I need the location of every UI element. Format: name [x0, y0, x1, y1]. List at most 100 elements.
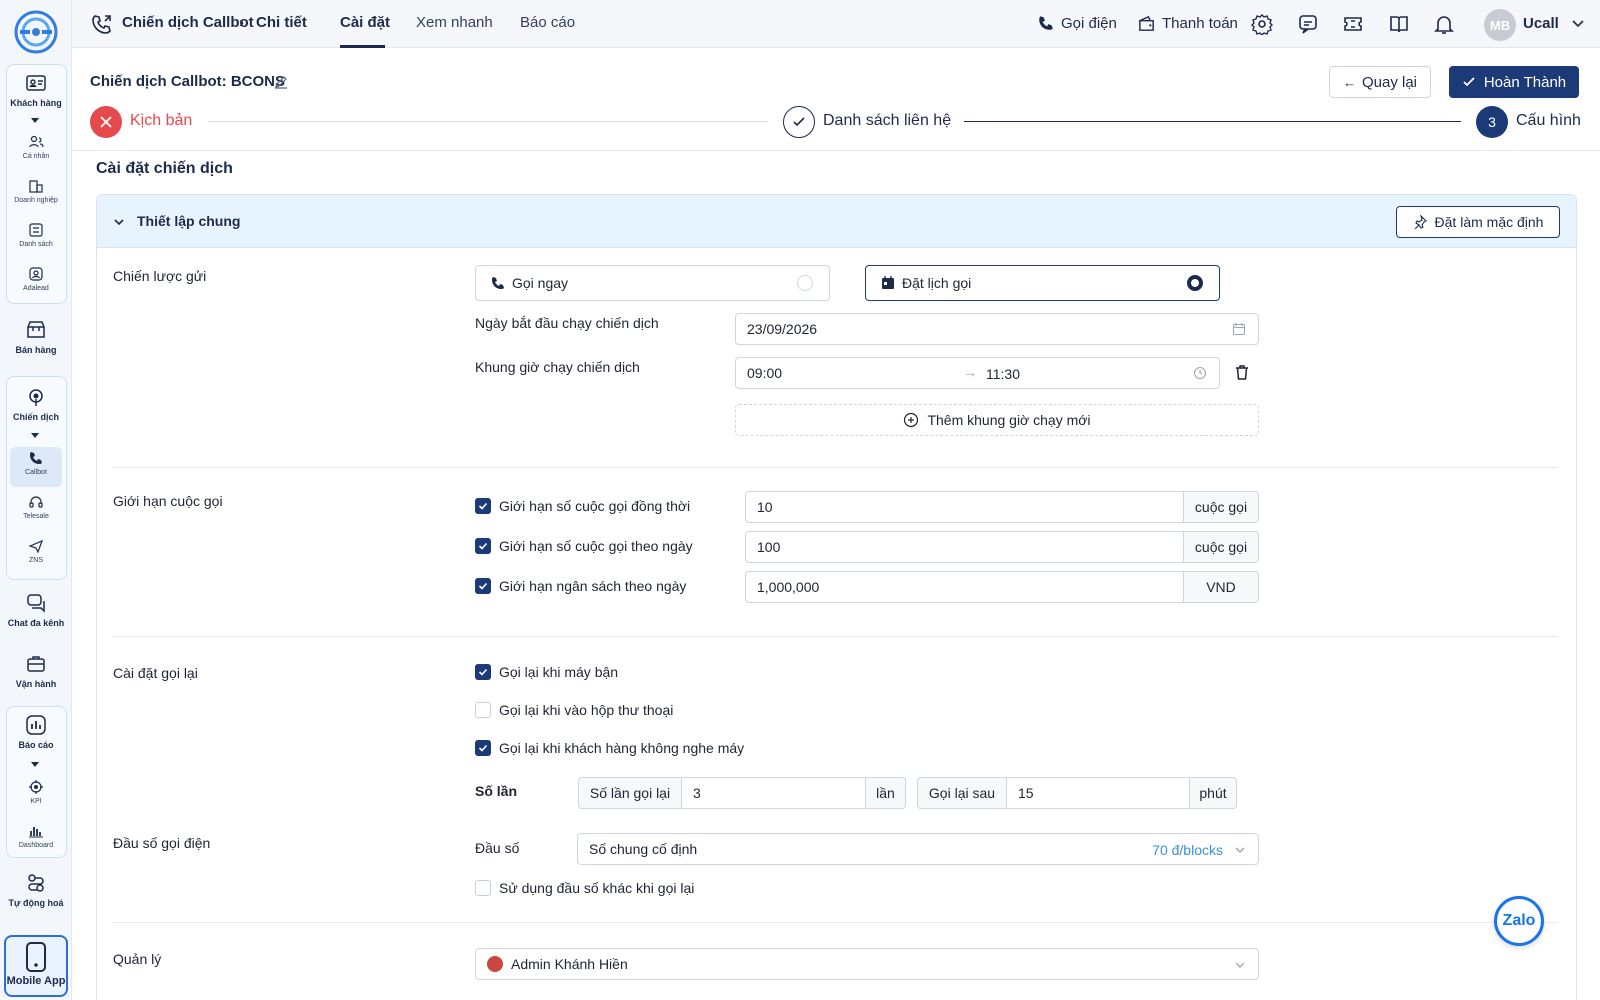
retry-count-input[interactable]: 3: [681, 777, 866, 809]
nav-telesale[interactable]: Telesale: [0, 494, 72, 520]
arrow-left-icon: ←: [1342, 74, 1356, 90]
retry-after-input[interactable]: 15: [1006, 777, 1190, 809]
retry-voicemail-checkbox[interactable]: Gọi lại khi vào hộp thư thoại: [475, 702, 673, 718]
other-caller-checkbox[interactable]: Sử dụng đầu số khác khi gọi lại: [475, 880, 694, 896]
set-default-button[interactable]: Đặt làm mặc định: [1396, 206, 1560, 238]
limit-budget-checkbox[interactable]: Giới hạn ngân sách theo ngày: [475, 578, 686, 594]
bell-icon[interactable]: [1433, 13, 1455, 35]
zalo-chat-button[interactable]: Zalo: [1494, 896, 1544, 946]
book-icon[interactable]: [1388, 13, 1410, 35]
retry-busy-checkbox[interactable]: Gọi lại khi máy bận: [475, 664, 618, 680]
checkbox-checked-icon[interactable]: [475, 498, 491, 514]
bar-chart-icon: [29, 827, 43, 838]
limit-concurrent-checkbox[interactable]: Giới hạn số cuộc gọi đồng thời: [475, 498, 690, 514]
nav-label: Vận hành: [15, 679, 57, 689]
user-name[interactable]: Ucall: [1523, 15, 1559, 32]
call-now-option[interactable]: Gọi ngay: [475, 265, 830, 301]
limit-concurrent-value: 10: [757, 499, 773, 515]
limit-budget-input[interactable]: 1,000,000: [745, 571, 1184, 603]
chevron-down-icon[interactable]: [31, 762, 39, 767]
store-icon: [27, 321, 45, 338]
nav-tu-dong-hoa[interactable]: Tự động hoá: [0, 872, 72, 908]
tab-reports[interactable]: Báo cáo: [520, 14, 575, 31]
list-icon: [29, 223, 43, 237]
step-2-done-icon[interactable]: [783, 106, 815, 138]
target-icon: [29, 780, 43, 794]
trash-icon[interactable]: [1234, 364, 1250, 381]
breadcrumb-separator-icon: ›: [239, 14, 244, 31]
tab-quick-view[interactable]: Xem nhanh: [416, 14, 493, 31]
avatar[interactable]: MB: [1484, 9, 1516, 41]
checkbox-checked-icon[interactable]: [475, 578, 491, 594]
manager-select[interactable]: Admin Khánh Hiền: [475, 948, 1259, 980]
caller-price: 70 đ/blocks: [1152, 842, 1223, 858]
step-2-label[interactable]: Danh sách liên hệ: [823, 112, 951, 130]
caller-select[interactable]: Số chung cố định 70 đ/blocks: [577, 833, 1259, 865]
chevron-down-icon[interactable]: [1571, 17, 1585, 31]
call-now-radio[interactable]: [797, 275, 813, 291]
nav-ban-hang[interactable]: Bán hàng: [0, 319, 72, 355]
manager-label: Quản lý: [113, 951, 162, 967]
phone-icon: [1039, 16, 1053, 30]
mobile-app-button[interactable]: Mobile App: [4, 935, 68, 997]
check-icon: [1463, 77, 1475, 87]
nav-adalead[interactable]: Adalead: [0, 266, 72, 292]
limit-budget-value: 1,000,000: [757, 579, 820, 595]
checkbox-unchecked-icon[interactable]: [475, 880, 491, 896]
nav-kpi[interactable]: KPI: [0, 779, 72, 805]
schedule-option[interactable]: Đặt lịch gọi: [865, 265, 1220, 301]
tab-settings[interactable]: Cài đặt: [340, 14, 390, 31]
step-3-number[interactable]: 3: [1476, 106, 1508, 138]
checkbox-checked-icon[interactable]: [475, 664, 491, 680]
chevron-down-icon[interactable]: [31, 118, 39, 123]
retry-voicemail-label: Gọi lại khi vào hộp thư thoại: [499, 702, 674, 718]
other-caller-label: Sử dụng đầu số khác khi gọi lại: [499, 880, 695, 896]
step-3-label[interactable]: Cấu hình: [1516, 112, 1581, 130]
nav-zns[interactable]: ZNS: [0, 538, 72, 564]
briefcase-icon: [27, 656, 45, 672]
chevron-down-icon[interactable]: [31, 433, 39, 438]
call-button[interactable]: Gọi điện: [1037, 14, 1117, 32]
time-window-label: Khung giờ chạy chiến dịch: [475, 359, 640, 375]
nav-ca-nhan[interactable]: Cá nhân: [0, 134, 72, 160]
breadcrumb-detail[interactable]: Chi tiết: [256, 14, 307, 31]
nav-khach-hang[interactable]: Khách hàng: [0, 72, 72, 108]
back-button[interactable]: ← Quay lại: [1329, 66, 1431, 98]
add-time-window-button[interactable]: Thêm khung giờ chạy mới: [735, 404, 1259, 436]
nav-van-hanh[interactable]: Vận hành: [0, 653, 72, 689]
gear-icon[interactable]: [1251, 13, 1273, 35]
payment-button[interactable]: Thanh toán: [1137, 14, 1238, 33]
checkbox-checked-icon[interactable]: [475, 740, 491, 756]
ticket-icon[interactable]: [1342, 13, 1364, 35]
limit-concurrent-input[interactable]: 10: [745, 491, 1184, 523]
limit-budget-unit: VND: [1183, 571, 1259, 603]
time-range-input[interactable]: 09:00 → 11:30: [735, 357, 1220, 389]
nav-danh-sach[interactable]: Danh sách: [0, 222, 72, 248]
schedule-radio[interactable]: [1187, 275, 1203, 291]
nav-doanh-nghiep[interactable]: Doanh nghiệp: [0, 178, 72, 204]
checkbox-checked-icon[interactable]: [475, 538, 491, 554]
step-1-error-icon[interactable]: [90, 106, 122, 138]
limit-daily-checkbox[interactable]: Giới hạn số cuộc gọi theo ngày: [475, 538, 693, 554]
edit-pencil-icon[interactable]: [274, 75, 288, 89]
retry-label: Cài đặt gọi lại: [113, 665, 198, 681]
nav-dashboard[interactable]: Dashboard: [0, 823, 72, 849]
breadcrumb-campaign[interactable]: Chiến dịch Callbot: [122, 14, 254, 31]
step-1-label[interactable]: Kịch bản: [130, 112, 192, 130]
chevron-down-icon[interactable]: [113, 216, 125, 228]
limit-daily-input[interactable]: 100: [745, 531, 1184, 563]
start-date-input[interactable]: 23/09/2026: [735, 313, 1259, 345]
nav-callbot[interactable]: Callbot: [0, 450, 72, 476]
nav-chien-dich[interactable]: Chiến dịch: [0, 386, 72, 422]
ucall-logo-icon[interactable]: [14, 10, 58, 54]
caller-field-label: Đầu số: [475, 840, 520, 856]
message-icon[interactable]: [1297, 13, 1319, 35]
finish-button[interactable]: Hoàn Thành: [1449, 66, 1579, 98]
checkbox-unchecked-icon[interactable]: [475, 702, 491, 718]
nav-chat-da-kenh[interactable]: Chat đa kênh: [0, 592, 72, 628]
plus-circle-icon: [904, 412, 919, 428]
nav-bao-cao[interactable]: Báo cáo: [0, 714, 72, 750]
manager-avatar: [487, 956, 503, 972]
panel-header[interactable]: Thiết lập chung Đặt làm mặc định: [97, 195, 1576, 248]
retry-no-answer-checkbox[interactable]: Gọi lại khi khách hàng không nghe máy: [475, 740, 744, 756]
